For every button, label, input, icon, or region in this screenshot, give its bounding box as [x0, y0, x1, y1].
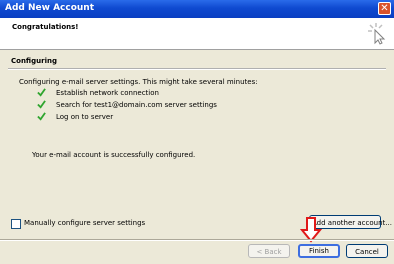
manual-config-checkbox[interactable]: [11, 219, 21, 229]
section-divider: [8, 68, 386, 70]
step-label: Establish network connection: [56, 89, 159, 97]
title-bar: Add New Account ✕: [0, 0, 394, 18]
cursor-click-icon: [368, 23, 386, 45]
close-button[interactable]: ✕: [378, 2, 391, 15]
configuring-panel: Configuring Configuring e-mail server se…: [0, 50, 394, 235]
check-icon: [37, 112, 46, 121]
section-title: Configuring: [11, 57, 57, 65]
intro-text: Configuring e-mail server settings. This…: [19, 78, 258, 86]
page-title: Congratulations!: [12, 23, 79, 31]
check-icon: [37, 100, 46, 109]
check-icon: [37, 88, 46, 97]
footer-divider: [0, 239, 394, 241]
finish-button[interactable]: Finish: [298, 244, 340, 258]
step-label: Search for test1@domain.com server setti…: [56, 101, 217, 109]
back-button[interactable]: < Back: [248, 244, 290, 258]
window-title: Add New Account: [5, 3, 95, 13]
wizard-header: Congratulations!: [0, 18, 394, 50]
step-label: Log on to server: [56, 113, 114, 121]
manual-config-label: Manually configure server settings: [24, 219, 146, 227]
close-icon: ✕: [380, 3, 389, 14]
cancel-button[interactable]: Cancel: [346, 244, 388, 258]
success-message: Your e-mail account is successfully conf…: [32, 151, 196, 159]
